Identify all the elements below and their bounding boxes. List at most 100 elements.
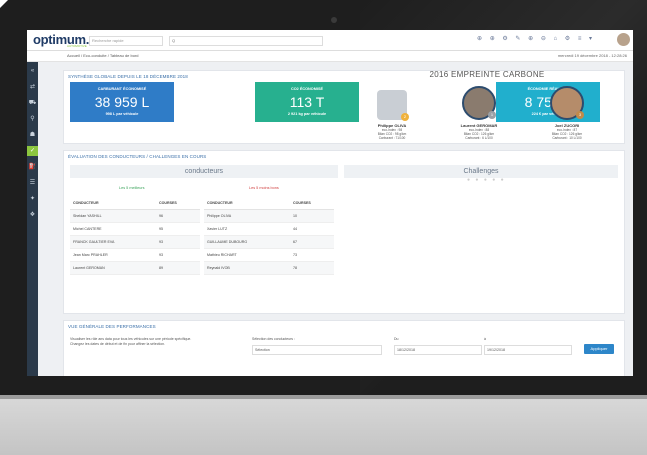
- driver-avatar: 3: [550, 86, 584, 120]
- best-drivers-table: CONDUCTEUR COURSES Sheldan YASHILL 96 Mic…: [70, 197, 200, 275]
- driver-courses: 73: [290, 248, 334, 262]
- table-row[interactable]: Laurent GEROMAN 89: [70, 261, 200, 275]
- sidebar-item-home-icon[interactable]: ☗: [27, 130, 38, 140]
- driver-courses: 78: [290, 261, 334, 275]
- laptop-base: [0, 395, 647, 455]
- driver-fuel: Carburant : 10 L/100: [552, 136, 582, 141]
- kpi-label: CARBURANT ÉCONOMISÉ: [97, 87, 147, 91]
- col-driver-header: CONDUCTEUR: [70, 197, 156, 210]
- sidebar: « ⇄ ⛟ ⚲ ☗ ✓ ⛽ ☰ ✦ ❖: [27, 62, 38, 376]
- performance-panel: VUE GÉNÉRALE DES PERFORMANCES Visualiser…: [63, 320, 625, 376]
- kpi-fuel-saved: CARBURANT ÉCONOMISÉ 38 959 L 998 L par v…: [70, 82, 174, 122]
- date-to-input[interactable]: 19/12/2018: [484, 345, 572, 355]
- current-date: mercredi 19 décembre 2018 - 12:28:26: [557, 53, 627, 58]
- driver-fuel: Carburant : 71/100: [378, 136, 406, 141]
- driver-name: Philippe OLIVA: [204, 209, 290, 223]
- global-select[interactable]: Q: [169, 36, 323, 46]
- breadcrumb-bar: Accueil / Eco-conduite / Tableau de bord…: [27, 51, 633, 62]
- driver-name: GUILLAUME DUBOURG: [204, 235, 290, 249]
- rank-medal-icon: 3: [576, 111, 584, 119]
- driver-fuel: Carburant : 6 L/100: [465, 136, 493, 141]
- performance-help-2: Changez les dates de début et de fin pou…: [70, 342, 166, 346]
- driver-courses: 95: [156, 222, 200, 236]
- col-driver-header: CONDUCTEUR: [204, 197, 290, 210]
- sidebar-item-ecoconduite-icon[interactable]: ✓: [27, 146, 38, 156]
- driver-courses: 10: [290, 209, 334, 223]
- sidebar-item-location-icon[interactable]: ⚲: [27, 114, 38, 124]
- table-row[interactable]: Mathieu RICHART 73: [204, 248, 334, 262]
- app-logo-subtitle: AUTOMOTIVE: [67, 44, 87, 48]
- sidebar-item-star-icon[interactable]: ✦: [27, 194, 38, 204]
- table-row[interactable]: Michel CANTERE 95: [70, 222, 200, 236]
- table-row[interactable]: Reynald IVOB 78: [204, 261, 334, 275]
- carbon-footprint-title: 2016 EMPREINTE CARBONE: [429, 70, 545, 79]
- best-caption: Les 5 meilleurs: [119, 186, 145, 190]
- kpi-value: 113 T: [289, 94, 325, 110]
- driver-name: Laurent GEROMAN: [70, 261, 156, 275]
- driver-name: Reynald IVOB: [204, 261, 290, 275]
- date-from-label: Du: [394, 337, 399, 341]
- top-navbar: optimum. AUTOMOTIVE Recherche rapide Q ⊕…: [27, 30, 633, 51]
- performance-title: VUE GÉNÉRALE DES PERFORMANCES: [68, 324, 156, 329]
- performance-help-1: Visualiser les rôle ans data pour tous l…: [70, 337, 192, 341]
- date-to-label: à: [484, 337, 486, 341]
- kpi-sub: 998 L par véhicule: [105, 112, 139, 116]
- table-row[interactable]: GUILLAUME DUBOURG 67: [204, 235, 334, 249]
- driver-courses: 96: [156, 209, 200, 223]
- sidebar-item-settings-icon[interactable]: ❖: [27, 210, 38, 220]
- sidebar-item-transfer-icon[interactable]: ⇄: [27, 82, 38, 92]
- kpi-co2-saved: CO2 ÉCONOMISÉ 113 T 2 921 kg par véhicul…: [255, 82, 359, 122]
- date-from-input[interactable]: 18/12/2018: [394, 345, 482, 355]
- kpi-sub: 2 921 kg par véhicule: [287, 112, 327, 116]
- driver-name: Xavier LUTZ: [204, 222, 290, 236]
- table-row[interactable]: Sheldan YASHILL 96: [70, 209, 200, 223]
- conducteurs-header: conducteurs: [70, 165, 338, 178]
- webcam: [331, 17, 337, 23]
- search-input[interactable]: Recherche rapide: [89, 36, 163, 46]
- carousel-dots[interactable]: ● ● ● ● ●: [467, 177, 506, 183]
- synthese-title: SYNTHÈSE GLOBALE DEPUIS LE 18 DÉCEMBRE 2…: [68, 74, 188, 79]
- toolbar-icons[interactable]: ⊕ ⊕ ⚙ ✎ ⊕ ⊖ ⌂ ⚙ ≡ ▾: [477, 35, 595, 42]
- sidebar-collapse-icon[interactable]: «: [27, 66, 38, 76]
- sidebar-item-fuel-icon[interactable]: ⛽: [27, 162, 38, 172]
- rank-medal-icon: 1: [488, 111, 496, 119]
- podium-driver-3[interactable]: 3 Joel ZUCORI eco-Index : 87 Bilan CO2 :…: [537, 86, 597, 141]
- driver-name: FRANCK GAULTIER EVA: [70, 235, 156, 249]
- driver-courses: 93: [156, 248, 200, 262]
- table-row[interactable]: Xavier LUTZ 44: [204, 222, 334, 236]
- kpi-value: 38 959 L: [94, 94, 150, 110]
- worst-caption: Les 5 moins bons: [249, 186, 279, 190]
- driver-name: Michel CANTERE: [70, 222, 156, 236]
- driver-courses: 44: [290, 222, 334, 236]
- sidebar-item-truck-icon[interactable]: ⛟: [27, 98, 38, 108]
- table-row[interactable]: FRANCK GAULTIER EVA 93: [70, 235, 200, 249]
- driver-courses: 89: [156, 261, 200, 275]
- user-avatar[interactable]: [617, 33, 630, 46]
- driver-name: Mathieu RICHART: [204, 248, 290, 262]
- breadcrumb[interactable]: Accueil / Eco-conduite / Tableau de bord: [67, 53, 139, 58]
- driver-select-label: Sélection des conducteurs :: [252, 337, 295, 341]
- sidebar-item-list-icon[interactable]: ☰: [27, 178, 38, 188]
- worst-drivers-table: CONDUCTEUR COURSES Philippe OLIVA 10 Xavi…: [204, 197, 334, 275]
- evaluation-panel: ÉVALUATION DES CONDUCTEURS / CHALLENGES …: [63, 150, 625, 314]
- driver-name: Sheldan YASHILL: [70, 209, 156, 223]
- podium-driver-1[interactable]: 1 Laurent GEROMAR eco-Index : 88 Bilan C…: [449, 86, 509, 141]
- driver-name: Jean Marc PRAHLER: [70, 248, 156, 262]
- table-header-row: CONDUCTEUR COURSES: [204, 197, 334, 210]
- laptop-hinge: [0, 395, 647, 399]
- evaluation-title: ÉVALUATION DES CONDUCTEURS / CHALLENGES …: [68, 154, 207, 159]
- driver-avatar: 2: [377, 90, 409, 121]
- podium-driver-2[interactable]: 2 Philippe OLIVA eco-Index : 98 Bilan CO…: [362, 90, 422, 141]
- apply-button[interactable]: Appliquer: [584, 344, 614, 354]
- col-courses-header: COURSES: [290, 197, 334, 210]
- rank-medal-icon: 2: [401, 113, 409, 121]
- driver-avatar: 1: [462, 86, 496, 120]
- driver-courses: 93: [156, 235, 200, 249]
- driver-select[interactable]: Sélection: [252, 345, 382, 355]
- col-courses-header: COURSES: [156, 197, 200, 210]
- driver-courses: 67: [290, 235, 334, 249]
- table-row[interactable]: Jean Marc PRAHLER 93: [70, 248, 200, 262]
- table-header-row: CONDUCTEUR COURSES: [70, 197, 200, 210]
- screen: optimum. AUTOMOTIVE Recherche rapide Q ⊕…: [27, 30, 633, 376]
- table-row[interactable]: Philippe OLIVA 10: [204, 209, 334, 223]
